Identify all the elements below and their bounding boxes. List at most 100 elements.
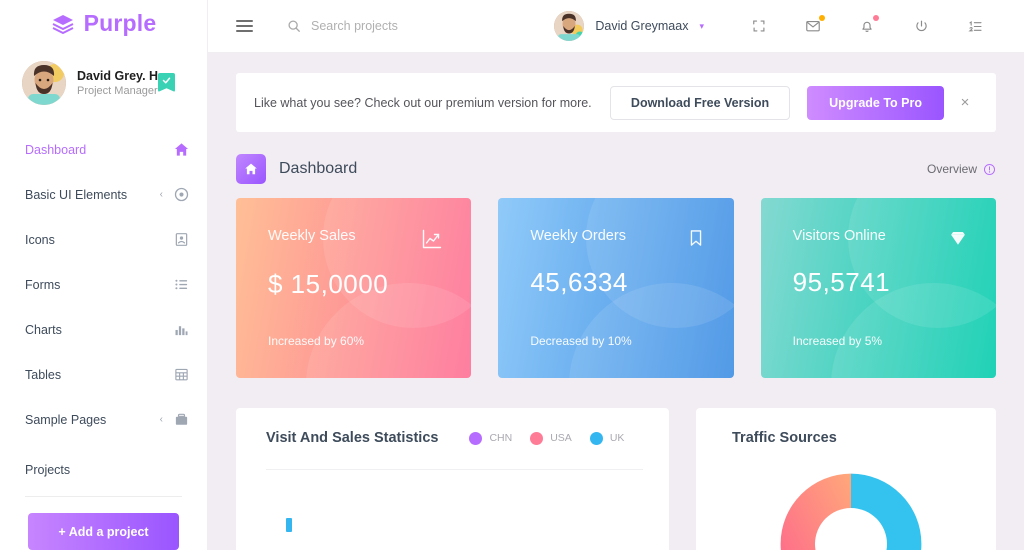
chart-legend: CHN USA UK xyxy=(469,432,624,445)
sidebar-item-sample-pages[interactable]: Sample Pages ‹ xyxy=(0,397,207,442)
contact-card-icon xyxy=(173,232,189,248)
promo-banner-text: Like what you see? Check out our premium… xyxy=(254,96,610,110)
card-header: Weekly Orders xyxy=(530,228,705,253)
bar-chart xyxy=(266,492,643,532)
panel-header: Visit And Sales Statistics CHN USA xyxy=(266,430,643,446)
bottom-panels: Visit And Sales Statistics CHN USA xyxy=(236,408,996,550)
sidebar-item-tables[interactable]: Tables xyxy=(0,352,207,397)
avatar-wrapper xyxy=(22,61,66,105)
sidebar-item-label: Dashboard xyxy=(25,143,165,157)
sidebar-item-label: Basic UI Elements xyxy=(25,188,152,202)
sidebar-item-label: Tables xyxy=(25,368,165,382)
profile-name: David Grey. H xyxy=(77,69,158,83)
card-value: $ 15,0000 xyxy=(268,269,443,300)
card-title: Weekly Sales xyxy=(268,228,421,244)
visit-and-sales-statistics-panel: Visit And Sales Statistics CHN USA xyxy=(236,408,669,550)
legend-label: UK xyxy=(610,432,625,444)
card-value: 95,5741 xyxy=(793,267,968,298)
sidebar-item-label: Forms xyxy=(25,278,165,292)
card-footer: Increased by 5% xyxy=(793,334,882,348)
chevron-down-icon: ▾ xyxy=(699,21,704,32)
sidebar-item-icons[interactable]: Icons xyxy=(0,217,207,262)
sidebar-item-dashboard[interactable]: Dashboard xyxy=(0,127,207,172)
list-ordered-icon[interactable] xyxy=(948,0,1002,53)
card-inner: Weekly Sales $ 15,0000 Increased by 60% xyxy=(268,228,443,378)
diamond-icon xyxy=(948,228,968,253)
page-header: Dashboard Overview xyxy=(236,154,996,184)
verified-check-icon xyxy=(158,73,175,92)
sidebar-item-label: Charts xyxy=(25,323,165,337)
avatar xyxy=(554,11,584,41)
legend-color-swatch xyxy=(469,432,482,445)
legend-item: UK xyxy=(590,432,625,445)
sidebar-item-charts[interactable]: Charts xyxy=(0,307,207,352)
envelope-icon[interactable] xyxy=(786,0,840,53)
upgrade-to-pro-button[interactable]: Upgrade To Pro xyxy=(807,86,944,120)
notification-dot xyxy=(873,15,879,21)
hamburger-icon[interactable] xyxy=(236,20,253,32)
legend-label: CHN xyxy=(489,432,512,444)
card-title: Visitors Online xyxy=(793,228,948,244)
panel-header: Traffic Sources xyxy=(732,430,970,446)
overview-link[interactable]: Overview xyxy=(927,162,996,176)
fullscreen-icon[interactable] xyxy=(732,0,786,53)
add-project-button[interactable]: + Add a project xyxy=(28,513,179,550)
bookmark-icon xyxy=(686,228,706,253)
overview-label: Overview xyxy=(927,162,977,176)
search-input[interactable] xyxy=(311,19,521,33)
profile-text: David Grey. H Project Manager xyxy=(77,69,158,97)
sidebar-section-projects: Projects xyxy=(0,452,207,488)
stat-card-visitors-online[interactable]: Visitors Online 95,5741 Increased by 5% xyxy=(761,198,996,378)
sidebar-profile[interactable]: David Grey. H Project Manager xyxy=(0,47,207,121)
download-free-version-button[interactable]: Download Free Version xyxy=(610,86,790,120)
navbar-user-name: David Greymaax xyxy=(595,19,688,33)
close-icon[interactable]: × xyxy=(950,94,980,111)
home-icon xyxy=(236,154,266,184)
panel-title: Traffic Sources xyxy=(732,430,837,446)
brand[interactable]: Purple xyxy=(0,0,207,47)
info-circle-icon xyxy=(983,163,996,176)
add-project-wrapper: + Add a project xyxy=(0,497,207,550)
top-navbar: David Greymaax ▾ xyxy=(208,0,1024,53)
table-grid-icon xyxy=(173,367,189,383)
card-footer: Decreased by 10% xyxy=(530,334,631,348)
brand-name: Purple xyxy=(84,10,157,37)
sidebar-item-basic-ui-elements[interactable]: Basic UI Elements ‹ xyxy=(0,172,207,217)
stat-card-weekly-orders[interactable]: Weekly Orders 45,6334 Decreased by 10% xyxy=(498,198,733,378)
legend-label: USA xyxy=(550,432,572,444)
nav-separator xyxy=(0,442,207,452)
app-root: Purple xyxy=(0,0,1024,550)
profile-role: Project Manager xyxy=(77,85,158,97)
legend-color-swatch xyxy=(590,432,603,445)
main-column: David Greymaax ▾ xyxy=(208,0,1024,550)
search-box[interactable] xyxy=(287,19,521,33)
target-icon xyxy=(173,187,189,203)
navbar-user-menu[interactable]: David Greymaax ▾ xyxy=(554,11,704,41)
traffic-sources-panel: Traffic Sources xyxy=(696,408,996,550)
sidebar: Purple xyxy=(0,0,208,550)
donut-chart-svg xyxy=(771,464,931,550)
card-inner: Weekly Orders 45,6334 Decreased by 10% xyxy=(530,228,705,378)
stat-cards: Weekly Sales $ 15,0000 Increased by 60% xyxy=(236,198,996,378)
navbar-actions xyxy=(732,0,1002,53)
power-icon[interactable] xyxy=(894,0,948,53)
panel-title: Visit And Sales Statistics xyxy=(266,430,438,446)
sidebar-item-forms[interactable]: Forms xyxy=(0,262,207,307)
line-chart-icon xyxy=(421,228,443,255)
legend-color-swatch xyxy=(530,432,543,445)
card-header: Visitors Online xyxy=(793,228,968,253)
home-icon xyxy=(173,142,189,158)
page-title: Dashboard xyxy=(279,160,357,178)
donut-chart xyxy=(732,464,970,550)
notification-dot xyxy=(819,15,825,21)
search-icon xyxy=(287,19,301,33)
sidebar-item-label: Sample Pages xyxy=(25,413,152,427)
legend-item: CHN xyxy=(469,432,512,445)
bell-icon[interactable] xyxy=(840,0,894,53)
stat-card-weekly-sales[interactable]: Weekly Sales $ 15,0000 Increased by 60% xyxy=(236,198,471,378)
sidebar-item-label: Icons xyxy=(25,233,165,247)
card-inner: Visitors Online 95,5741 Increased by 5% xyxy=(793,228,968,378)
card-header: Weekly Sales xyxy=(268,228,443,255)
chevron-left-icon: ‹ xyxy=(160,189,163,200)
avatar xyxy=(22,61,66,105)
